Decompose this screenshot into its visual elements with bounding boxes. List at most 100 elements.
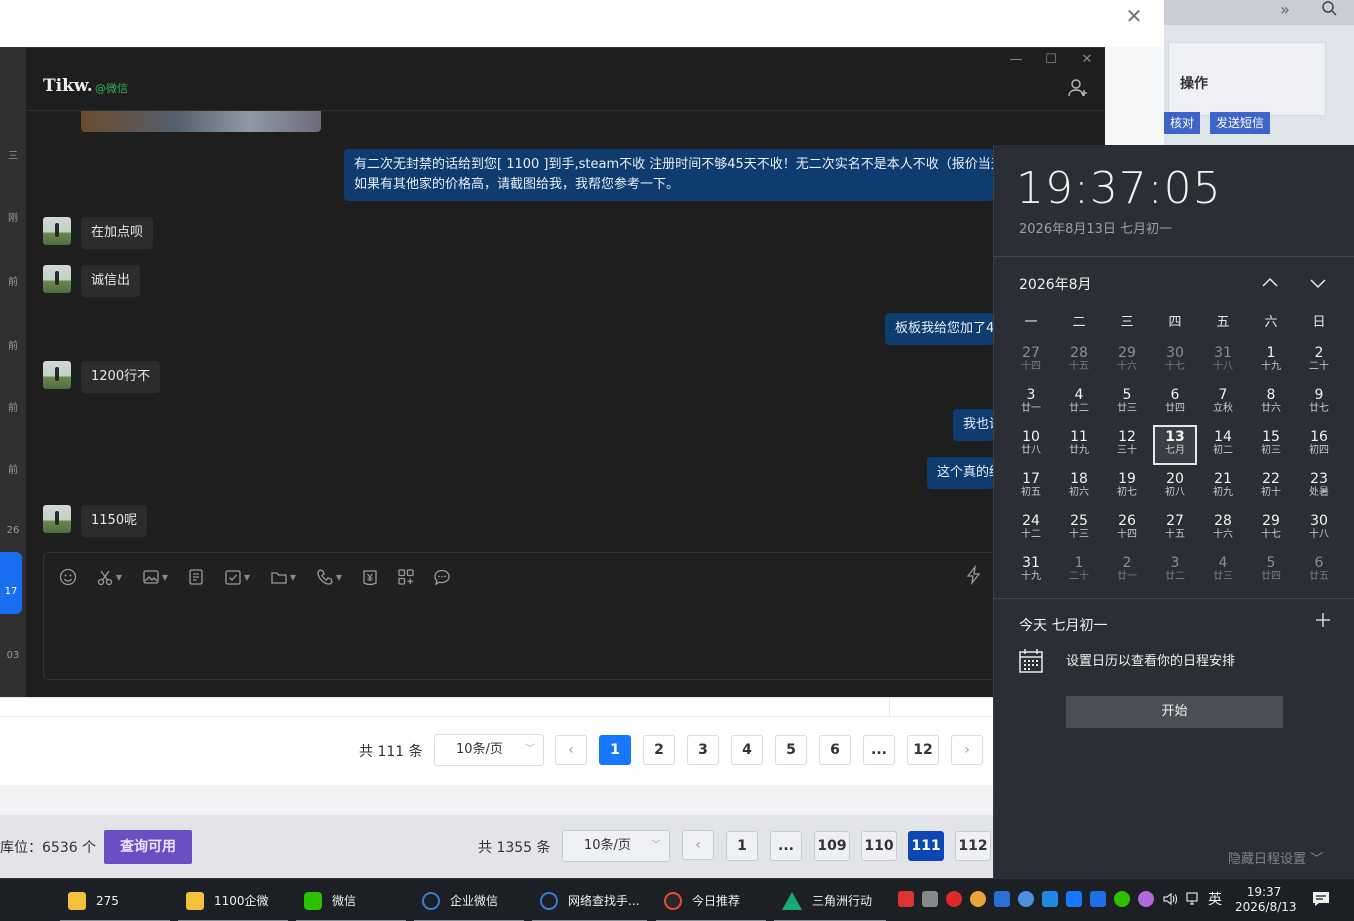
calendar-day[interactable]: 16 初四: [1297, 425, 1341, 465]
page-button[interactable]: 4: [731, 735, 763, 765]
calendar-day[interactable]: 12 三十: [1105, 425, 1149, 465]
page-button[interactable]: 111: [908, 831, 944, 861]
calendar-day[interactable]: 21 初九: [1201, 467, 1245, 507]
calendar-day[interactable]: 4 廿三: [1201, 551, 1245, 591]
chat-image-attachment[interactable]: [81, 111, 321, 132]
calendar-day[interactable]: 20 初八: [1153, 467, 1197, 507]
calendar-day[interactable]: 9 廿七: [1297, 383, 1341, 423]
calendar-day[interactable]: 30 十七: [1153, 341, 1197, 381]
shield-icon[interactable]: [994, 891, 1010, 907]
tray-app-icon[interactable]: [1090, 891, 1106, 907]
task-checkbox-icon[interactable]: ▼: [220, 565, 254, 589]
emoji-icon[interactable]: [56, 565, 80, 589]
page-button[interactable]: 1: [599, 735, 631, 765]
calendar-day[interactable]: 26 十四: [1105, 509, 1149, 549]
calendar-day[interactable]: 28 十六: [1201, 509, 1245, 549]
bluetooth-icon[interactable]: [1042, 891, 1058, 907]
prev-page-button[interactable]: ‹: [555, 735, 587, 765]
red-packet-yuan-icon[interactable]: [358, 565, 382, 589]
calendar-day[interactable]: 3 廿二: [1153, 551, 1197, 591]
month-title[interactable]: 2026年8月: [1019, 274, 1092, 294]
calendar-day[interactable]: 18 初六: [1057, 467, 1101, 507]
send-sms-button[interactable]: 发送短信: [1210, 112, 1271, 134]
calendar-day[interactable]: 22 初十: [1249, 467, 1293, 507]
avatar[interactable]: [43, 361, 71, 389]
avatar[interactable]: [43, 217, 71, 245]
page-button[interactable]: 112: [955, 831, 991, 861]
chat-bubble-icon[interactable]: [430, 565, 454, 589]
close-icon[interactable]: ✕: [1122, 4, 1146, 28]
add-contact-icon[interactable]: [1066, 76, 1090, 100]
screenshot-scissors-icon[interactable]: ▼: [92, 565, 126, 589]
calendar-day[interactable]: 5 廿三: [1105, 383, 1149, 423]
input-language-indicator[interactable]: 英: [1208, 889, 1222, 909]
maximize-icon[interactable]: ☐: [1039, 50, 1063, 70]
calendar-day[interactable]: 23 处暑: [1297, 467, 1341, 507]
calendar-day[interactable]: 15 初三: [1249, 425, 1293, 465]
prev-page-button[interactable]: ‹: [682, 830, 714, 860]
add-event-plus-icon[interactable]: [1312, 611, 1334, 633]
calendar-day[interactable]: 10 廿八: [1009, 425, 1053, 465]
calendar-day[interactable]: 1 二十: [1057, 551, 1101, 591]
calendar-day[interactable]: 31 十八: [1201, 341, 1245, 381]
notification-center-icon[interactable]: [1312, 891, 1330, 907]
active-conversation-item[interactable]: 17: [0, 552, 22, 614]
page-size-select[interactable]: 10条/页 ﹀: [434, 734, 544, 766]
calendar-day[interactable]: 6 廿四: [1153, 383, 1197, 423]
tray-app-icon[interactable]: [1138, 891, 1154, 907]
verify-button[interactable]: 核对: [1164, 112, 1201, 134]
calendar-day-today[interactable]: 13 七月: [1153, 425, 1197, 465]
page-button[interactable]: 3: [687, 735, 719, 765]
tray-muted-icon[interactable]: [922, 891, 938, 907]
taskbar-item[interactable]: 1100企微: [178, 879, 288, 921]
calendar-day[interactable]: 7 立秋: [1201, 383, 1245, 423]
page-button[interactable]: 2: [643, 735, 675, 765]
page-button[interactable]: 109: [814, 831, 850, 861]
lightning-bolt-icon[interactable]: [964, 564, 988, 589]
tray-app-icon[interactable]: [946, 891, 962, 907]
calendar-day[interactable]: 5 廿四: [1249, 551, 1293, 591]
taskbar-clock[interactable]: 19:37 2026/8/13: [1235, 885, 1297, 915]
calendar-day[interactable]: 29 十六: [1105, 341, 1149, 381]
page-ellipsis-button[interactable]: ...: [770, 831, 802, 861]
hide-agenda-link[interactable]: 隐藏日程设置 ﹀: [1228, 848, 1323, 867]
calendar-day[interactable]: 2 廿一: [1105, 551, 1149, 591]
calendar-day[interactable]: 14 初二: [1201, 425, 1245, 465]
minimize-icon[interactable]: —: [1004, 50, 1028, 70]
calendar-day[interactable]: 27 十五: [1153, 509, 1197, 549]
chevron-up-icon[interactable]: [1258, 271, 1282, 295]
calendar-day[interactable]: 27 十四: [1009, 341, 1053, 381]
next-page-button[interactable]: ›: [951, 735, 983, 765]
calendar-day[interactable]: 31 十九: [1009, 551, 1053, 591]
start-button[interactable]: 开始: [1066, 696, 1283, 728]
avatar[interactable]: [43, 265, 71, 293]
taskbar-item[interactable]: 275: [60, 879, 170, 921]
folder-icon[interactable]: ▼: [266, 565, 300, 589]
page-ellipsis-button[interactable]: ...: [863, 735, 895, 765]
page-button[interactable]: 5: [775, 735, 807, 765]
calendar-day[interactable]: 6 廿五: [1297, 551, 1341, 591]
tray-app-icon[interactable]: [1018, 891, 1034, 907]
calendar-day[interactable]: 30 十八: [1297, 509, 1341, 549]
calendar-day[interactable]: 3 廿一: [1009, 383, 1053, 423]
taskbar-item[interactable]: 三角洲行动: [774, 879, 886, 921]
calendar-day[interactable]: 17 初五: [1009, 467, 1053, 507]
wechat-icon[interactable]: [1114, 891, 1130, 907]
calendar-day[interactable]: 8 廿六: [1249, 383, 1293, 423]
taskbar-item[interactable]: 今日推荐: [656, 879, 766, 921]
taskbar-item[interactable]: 企业微信: [414, 879, 524, 921]
query-available-button[interactable]: 查询可用: [104, 830, 192, 864]
calendar-day[interactable]: 2 二十: [1297, 341, 1341, 381]
calendar-day[interactable]: 19 初七: [1105, 467, 1149, 507]
message-composer[interactable]: ▼ ▼ ▼ ▼ ▼: [43, 552, 1105, 680]
taskbar-item[interactable]: 微信: [296, 879, 406, 921]
calendar-day[interactable]: 11 廿九: [1057, 425, 1101, 465]
page-button[interactable]: 6: [819, 735, 851, 765]
phone-icon[interactable]: ▼: [312, 565, 346, 589]
chevron-down-icon[interactable]: [1306, 271, 1330, 295]
page-button[interactable]: 110: [861, 831, 897, 861]
search-icon[interactable]: [1316, 0, 1342, 22]
calendar-day[interactable]: 24 十二: [1009, 509, 1053, 549]
mini-program-grid-icon[interactable]: [394, 565, 418, 589]
calendar-day[interactable]: 25 十三: [1057, 509, 1101, 549]
